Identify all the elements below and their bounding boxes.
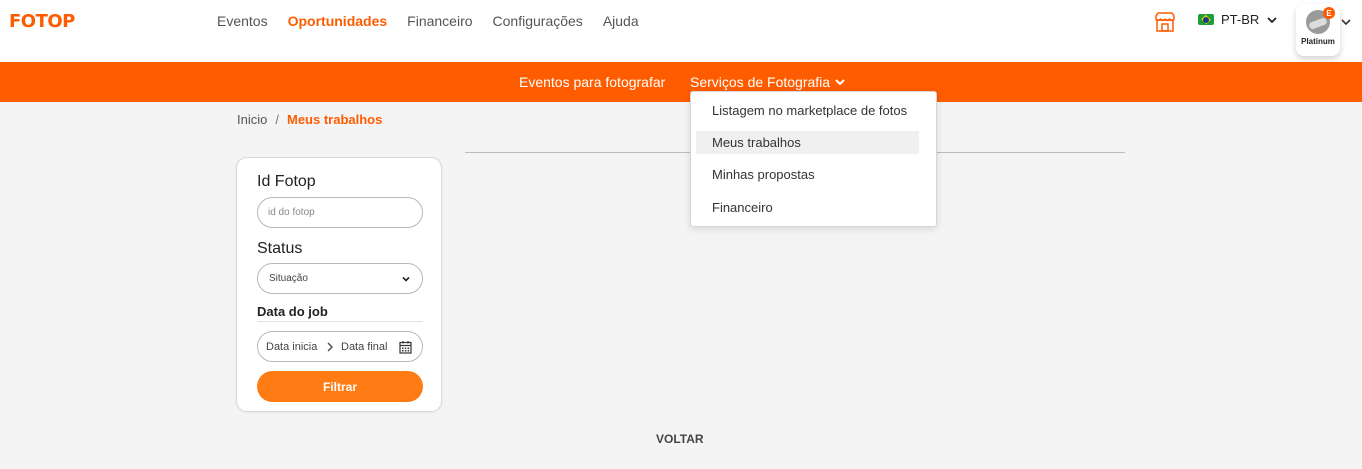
chevron-down-icon [402, 276, 410, 282]
top-header: FOTOP Eventos Oportunidades Financeiro C… [0, 0, 1362, 62]
breadcrumb-current: Meus trabalhos [286, 112, 383, 127]
date-end-input[interactable]: Data final [341, 341, 387, 353]
nav-item-oportunidades[interactable]: Oportunidades [288, 13, 388, 29]
back-button[interactable]: VOLTAR [656, 432, 704, 446]
nav-item-financeiro[interactable]: Financeiro [407, 13, 472, 29]
subnav-eventos-para-fotografar[interactable]: Eventos para fotografar [519, 74, 665, 90]
calendar-icon[interactable] [399, 340, 412, 354]
filter-panel: Id Fotop Status Situação Data do job Dat… [236, 157, 442, 412]
date-range-picker[interactable]: Data inicia Data final [257, 331, 423, 362]
id-fotop-input[interactable] [257, 197, 423, 228]
date-start-input[interactable]: Data inicia [266, 341, 317, 353]
id-fotop-label: Id Fotop [257, 173, 316, 190]
date-label: Data do job [257, 304, 328, 319]
subnav-servicos-de-fotografia[interactable]: Serviços de Fotografia [690, 74, 846, 90]
brazil-flag-icon [1198, 14, 1214, 25]
language-label: PT-BR [1221, 12, 1260, 27]
store-icon[interactable] [1154, 11, 1176, 33]
menu-item-meus-trabalhos[interactable]: Meus trabalhos [696, 131, 919, 154]
fotop-logo[interactable]: FOTOP [9, 11, 75, 32]
menu-item-minhas-propostas[interactable]: Minhas propostas [696, 163, 919, 186]
chevron-down-icon[interactable] [1339, 15, 1353, 29]
chevron-down-icon [835, 79, 845, 86]
nav-item-ajuda[interactable]: Ajuda [603, 13, 639, 29]
nav-item-configuracoes[interactable]: Configurações [493, 13, 583, 29]
nav-item-eventos[interactable]: Eventos [217, 13, 268, 29]
servicos-dropdown-menu: Listagem no marketplace de fotos Meus tr… [690, 91, 937, 227]
main-nav: Eventos Oportunidades Financeiro Configu… [217, 13, 639, 29]
status-select[interactable]: Situação [257, 263, 423, 294]
status-badge: E [1323, 7, 1335, 19]
breadcrumb-home[interactable]: Inicio [237, 112, 267, 127]
menu-item-financeiro[interactable]: Financeiro [696, 196, 919, 219]
chevron-down-icon [1267, 16, 1277, 23]
language-selector[interactable]: PT-BR [1198, 12, 1278, 27]
arrow-right-icon [327, 342, 333, 352]
breadcrumb-separator: / [275, 112, 279, 127]
sub-nav: Eventos para fotografar Serviços de Foto… [0, 62, 1362, 102]
menu-item-listagem-marketplace[interactable]: Listagem no marketplace de fotos [696, 99, 919, 122]
status-select-value: Situação [269, 273, 308, 284]
date-divider [257, 321, 423, 322]
tier-label: Platinum [1301, 37, 1335, 46]
user-menu[interactable]: E Platinum [1296, 4, 1340, 56]
filter-button[interactable]: Filtrar [257, 371, 423, 402]
status-label: Status [257, 240, 303, 257]
breadcrumb: Inicio / Meus trabalhos [237, 112, 382, 127]
subnav-servicos-label: Serviços de Fotografia [690, 74, 831, 90]
